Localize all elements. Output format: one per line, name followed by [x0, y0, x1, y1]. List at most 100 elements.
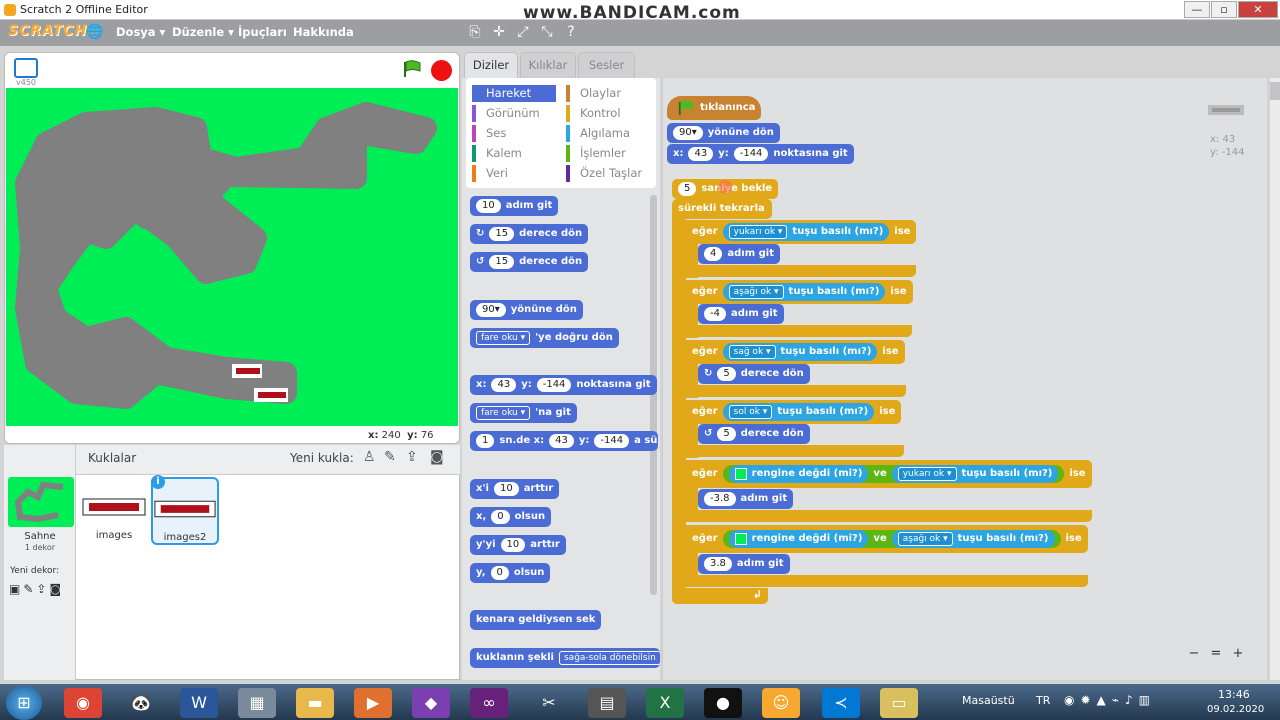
block-point-direction[interactable]: 90▾ yönüne dön — [667, 123, 780, 143]
stage-canvas[interactable] — [6, 88, 458, 426]
cut-icon[interactable]: ✛ — [490, 23, 508, 41]
visual-studio-icon[interactable]: ∞ — [470, 688, 508, 718]
block-goto[interactable]: fare oku ▾'na git — [470, 403, 577, 423]
block-forever[interactable]: sürekli tekrarla — [672, 199, 772, 219]
explorer-icon[interactable]: ▬ — [296, 688, 334, 718]
block-point-direction[interactable]: 90▾ yönüne dön — [470, 300, 583, 320]
excel-icon[interactable]: X — [646, 688, 684, 718]
block-set-y[interactable]: y, 0 olsun — [470, 563, 551, 583]
category-more-blocks[interactable]: Özel Taşlar — [566, 165, 650, 182]
fullscreen-icon[interactable] — [14, 58, 38, 78]
language-indicator[interactable]: TR — [1036, 694, 1050, 707]
block-if-color-down[interactable]: eğer rengine değdi (mi?) ve aşağı ok ▾ tuşu … — [686, 525, 1088, 553]
maximize-button[interactable]: ▫ — [1211, 1, 1237, 18]
green-flag-icon[interactable] — [402, 60, 422, 78]
minimize-button[interactable]: — — [1184, 1, 1210, 18]
category-motion[interactable]: Hareket — [472, 85, 556, 102]
desktop-toolbar[interactable]: Masaüstü — [962, 694, 1015, 707]
bandicam-icon[interactable]: ● — [704, 688, 742, 718]
block-if-down[interactable]: eğer aşağı ok ▾ tuşu basılı (mı?) ise — [686, 280, 913, 304]
block-change-y[interactable]: y'yi 10 arttır — [470, 535, 566, 555]
tab-sounds[interactable]: Sesler — [578, 52, 635, 78]
calculator-icon[interactable]: ▦ — [238, 688, 276, 718]
library-icon[interactable]: ♙ — [363, 449, 376, 465]
menu-tips[interactable]: İpuçları — [238, 25, 287, 39]
car-sprite-1[interactable] — [232, 364, 262, 378]
block-point-towards[interactable]: fare oku ▾'ye doğru dön — [470, 328, 619, 348]
block-move[interactable]: 10 adım git — [470, 196, 559, 216]
block-if-color-up[interactable]: eğer rengine değdi (mi?) ve yukarı ok ▾ tuşu… — [686, 460, 1092, 488]
category-pen[interactable]: Kalem — [472, 145, 556, 162]
app-icon-purple[interactable]: ◆ — [412, 688, 450, 718]
block-bounce[interactable]: kenara geldiysen sek — [470, 610, 602, 630]
help-icon[interactable]: ? — [562, 23, 580, 41]
workspace-scrollbar[interactable] — [1270, 78, 1280, 680]
block-move[interactable]: 3.8 adım git — [698, 554, 790, 574]
panda-icon[interactable]: 🐼 — [122, 688, 160, 718]
app-icon — [4, 4, 16, 16]
block-move[interactable]: -3.8 adım git — [698, 489, 794, 509]
globe-icon[interactable]: 🌐 — [86, 23, 104, 41]
block-turn-right[interactable]: ↻ 15 derece dön — [470, 224, 589, 244]
color-swatch[interactable] — [734, 533, 747, 545]
duplicate-icon[interactable]: ⎘ — [466, 23, 484, 41]
block-turn-left[interactable]: ↺ 15 derece dön — [470, 252, 589, 272]
menu-edit[interactable]: Düzenle ▾ — [172, 25, 234, 39]
camera-icon[interactable]: ◙ — [430, 449, 444, 465]
category-operators[interactable]: İşlemler — [566, 145, 650, 162]
upload-icon[interactable]: ⇪ — [406, 449, 418, 465]
block-goto-xy[interactable]: x: 43 y: -144 noktasına git — [470, 375, 657, 395]
document-icon[interactable]: ▤ — [588, 688, 626, 718]
menu-about[interactable]: Hakkında — [293, 25, 354, 39]
block-turn-left[interactable]: ↺ 5 derece dön — [698, 424, 810, 444]
tab-scripts[interactable]: Diziler — [464, 52, 518, 78]
close-button[interactable]: ✕ — [1238, 1, 1278, 18]
zoom-out-icon[interactable]: − — [1186, 646, 1202, 662]
category-looks[interactable]: Görünüm — [472, 105, 556, 122]
grow-icon[interactable]: ⤢ — [514, 23, 532, 41]
palette-scrollbar[interactable] — [650, 195, 657, 595]
block-if-left[interactable]: eğer sol ok ▾ tuşu basılı (mı?) ise — [686, 400, 902, 424]
sticky-notes-icon[interactable]: ▭ — [880, 688, 918, 718]
color-swatch[interactable] — [734, 468, 747, 480]
block-move[interactable]: 4 adım git — [698, 244, 780, 264]
start-icon[interactable]: ⊞ — [6, 686, 42, 720]
block-change-x[interactable]: x'i 10 arttır — [470, 479, 560, 499]
block-turn-right[interactable]: ↻ 5 derece dön — [698, 364, 810, 384]
zoom-reset-icon[interactable]: = — [1208, 646, 1224, 662]
tab-costumes[interactable]: Kılıklar — [520, 52, 576, 78]
scratch-icon[interactable]: ☺ — [762, 688, 800, 718]
tray-icons[interactable]: ◉✹▲⌁♪▥ — [1064, 693, 1156, 707]
block-if-up[interactable]: eğer yukarı ok ▾ tuşu basılı (mı?) ise — [686, 220, 917, 244]
block-rotation-style[interactable]: kuklanın şekli sağa-sola dönebilsin — [470, 648, 660, 668]
sprite-item[interactable]: images — [80, 477, 148, 545]
block-when-flag-clicked[interactable]: tıklanınca — [667, 96, 762, 120]
block-glide[interactable]: 1sn.de x:43y:-144a süzü — [470, 431, 658, 451]
block-if-right[interactable]: eğer sağ ok ▾ tuşu basılı (mı?) ise — [686, 340, 905, 364]
block-set-x[interactable]: x, 0 olsun — [470, 507, 552, 527]
category-data[interactable]: Veri — [472, 165, 556, 182]
zoom-in-icon[interactable]: + — [1230, 646, 1246, 662]
category-sound[interactable]: Ses — [472, 125, 556, 142]
new-backdrop-icons[interactable]: ▣✎⇪◙ — [9, 582, 64, 596]
media-player-icon[interactable]: ▶ — [354, 688, 392, 718]
category-events[interactable]: Olaylar — [566, 85, 650, 102]
workspace-scroll-thumb[interactable] — [1270, 82, 1280, 100]
category-sensing[interactable]: Algılama — [566, 125, 650, 142]
vscode-icon[interactable]: ≺ — [822, 688, 860, 718]
menu-file[interactable]: Dosya ▾ — [116, 25, 165, 39]
stage-thumbnail[interactable] — [8, 477, 74, 527]
word-icon[interactable]: W — [180, 688, 218, 718]
shrink-icon[interactable]: ⤡ — [538, 23, 556, 41]
stop-icon[interactable] — [431, 60, 452, 81]
paint-icon[interactable]: ✎ — [384, 449, 396, 465]
car-sprite-2[interactable] — [254, 388, 288, 402]
block-move[interactable]: -4 adım git — [698, 304, 784, 324]
chrome-icon[interactable]: ◉ — [64, 688, 102, 718]
clock-date[interactable]: 09.02.2020 — [1207, 704, 1264, 715]
paint-app-icon[interactable]: ✂ — [530, 688, 568, 718]
category-control[interactable]: Kontrol — [566, 105, 650, 122]
clock-time[interactable]: 13:46 — [1218, 688, 1250, 701]
block-goto-xy[interactable]: x: 43 y: -144 noktasına git — [667, 144, 854, 164]
info-icon[interactable]: i — [151, 475, 165, 489]
